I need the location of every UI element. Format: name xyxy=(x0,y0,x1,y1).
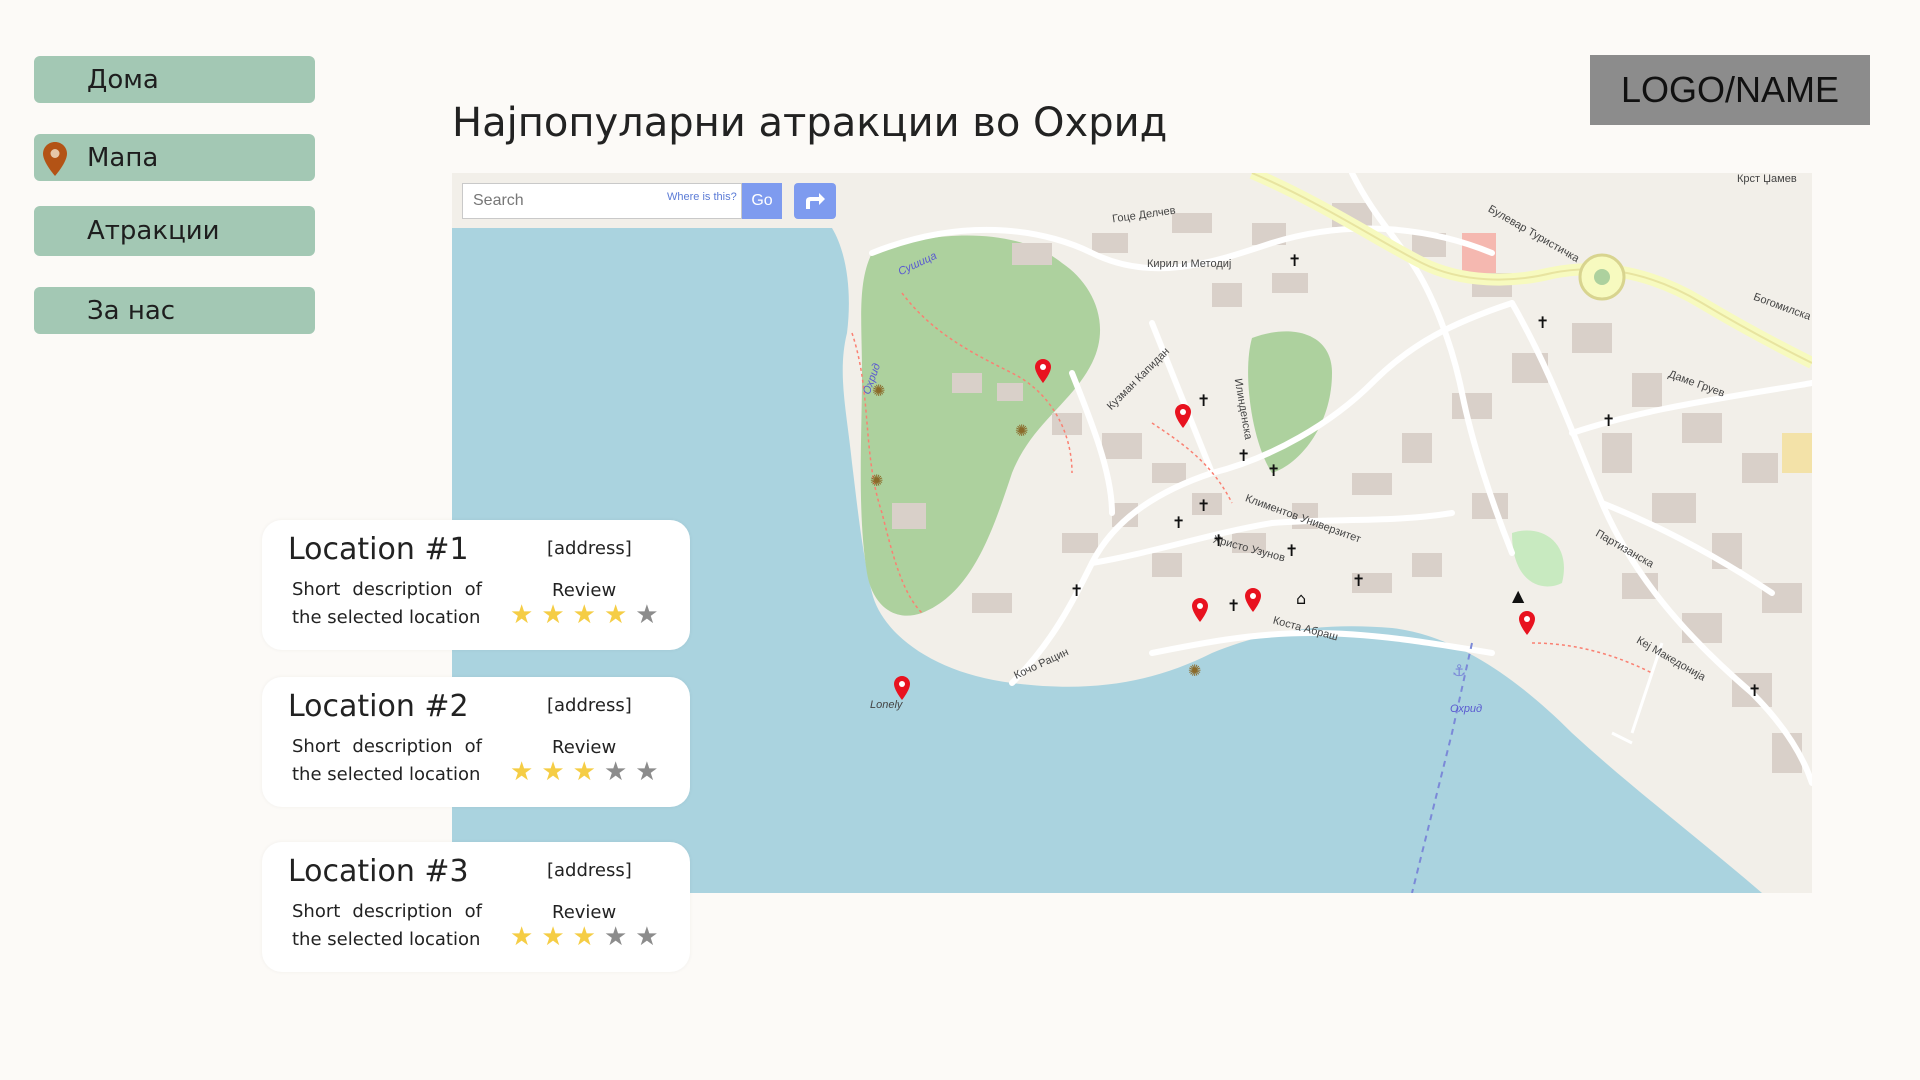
map-pin-icon xyxy=(42,141,68,184)
logo-text: LOGO/NAME xyxy=(1620,69,1840,110)
map-marker[interactable] xyxy=(1034,358,1052,384)
directions-icon[interactable] xyxy=(794,183,836,219)
star-icon[interactable]: ★ xyxy=(573,924,596,950)
location-title: Location #3 xyxy=(288,854,469,889)
star-icon[interactable]: ★ xyxy=(541,759,564,785)
map-label-kiril-metodij: Кирил и Методиј xyxy=(1147,258,1232,270)
church-icon: ✝ xyxy=(1267,461,1281,480)
star-icon[interactable]: ★ xyxy=(604,602,627,628)
nav-attractions-label: Атракции xyxy=(87,216,220,246)
church-icon: ✝ xyxy=(1237,446,1251,465)
star-icon[interactable]: ★ xyxy=(635,759,658,785)
map-go-button[interactable]: Go xyxy=(742,183,782,219)
star-icon[interactable]: ★ xyxy=(635,602,658,628)
location-card[interactable]: Location #1 [address] Short description … xyxy=(262,520,690,650)
church-icon: ✝ xyxy=(1352,571,1366,590)
monument-icon: ▲ xyxy=(1512,586,1525,605)
viewpoint-icon: ✺ xyxy=(1188,661,1202,680)
location-title: Location #2 xyxy=(288,689,469,724)
location-description: Short description of the selected locati… xyxy=(292,579,482,628)
church-icon: ✝ xyxy=(1288,251,1302,270)
review-label: Review xyxy=(552,737,617,758)
church-icon: ✝ xyxy=(1227,596,1241,615)
church-icon: ✝ xyxy=(1748,681,1762,700)
church-icon: ✝ xyxy=(1197,391,1211,410)
map-marker[interactable] xyxy=(1518,610,1536,636)
page-title: Најпопуларни атракции во Охрид xyxy=(452,100,1168,146)
nav-attractions-button[interactable]: Атракции xyxy=(34,206,315,256)
star-icon[interactable]: ★ xyxy=(573,759,596,785)
church-icon: ✝ xyxy=(1285,541,1299,560)
star-rating[interactable]: ★ ★ ★ ★ ★ xyxy=(510,924,659,950)
where-is-this-link[interactable]: Where is this? xyxy=(667,191,737,203)
location-address: [address] xyxy=(547,695,632,716)
star-icon[interactable]: ★ xyxy=(510,602,533,628)
location-description: Short description of the selected locati… xyxy=(292,901,482,950)
map-marker[interactable] xyxy=(893,675,911,701)
location-title: Location #1 xyxy=(288,532,469,567)
star-icon[interactable]: ★ xyxy=(510,759,533,785)
star-icon[interactable]: ★ xyxy=(604,924,627,950)
nav-about-button[interactable]: За нас xyxy=(34,287,315,334)
map-label-krst-camev: Крст Џамев xyxy=(1737,173,1797,185)
church-icon: ✝ xyxy=(1197,496,1211,515)
nav-home-button[interactable]: Дома xyxy=(34,56,315,103)
church-icon: ✝ xyxy=(1602,411,1616,430)
star-icon[interactable]: ★ xyxy=(604,759,627,785)
logo[interactable]: LOGO/NAME xyxy=(1590,55,1870,125)
viewpoint-icon: ✺ xyxy=(1015,421,1029,440)
location-card[interactable]: Location #3 [address] Short description … xyxy=(262,842,690,972)
nav-home-label: Дома xyxy=(87,64,159,95)
location-description: Short description of the selected locati… xyxy=(292,736,482,785)
museum-icon: ⌂ xyxy=(1296,589,1307,608)
map-marker[interactable] xyxy=(1174,403,1192,429)
review-label: Review xyxy=(552,580,617,601)
nav-about-label: За нас xyxy=(87,295,176,326)
star-icon[interactable]: ★ xyxy=(573,602,596,628)
church-icon: ✝ xyxy=(1172,513,1186,532)
location-address: [address] xyxy=(547,860,632,881)
star-icon[interactable]: ★ xyxy=(635,924,658,950)
map-label-ohrid: Охрид xyxy=(1450,703,1483,715)
review-label: Review xyxy=(552,902,617,923)
church-icon: ✝ xyxy=(1070,581,1084,600)
viewpoint-icon: ✺ xyxy=(870,471,884,490)
star-rating[interactable]: ★ ★ ★ ★ ★ xyxy=(510,602,659,628)
star-icon[interactable]: ★ xyxy=(510,924,533,950)
viewpoint-icon: ✺ xyxy=(872,381,886,400)
nav-map-button[interactable]: Мапа xyxy=(34,134,315,181)
star-icon[interactable]: ★ xyxy=(541,602,564,628)
star-rating[interactable]: ★ ★ ★ ★ ★ xyxy=(510,759,659,785)
ferry-icon: ⚓ xyxy=(1452,661,1467,680)
church-icon: ✝ xyxy=(1536,313,1550,332)
location-address: [address] xyxy=(547,538,632,559)
map-marker[interactable] xyxy=(1191,597,1209,623)
location-card[interactable]: Location #2 [address] Short description … xyxy=(262,677,690,807)
map-marker[interactable] xyxy=(1244,587,1262,613)
nav-map-label: Мапа xyxy=(87,142,159,173)
star-icon[interactable]: ★ xyxy=(541,924,564,950)
church-icon: ✝ xyxy=(1212,531,1226,550)
